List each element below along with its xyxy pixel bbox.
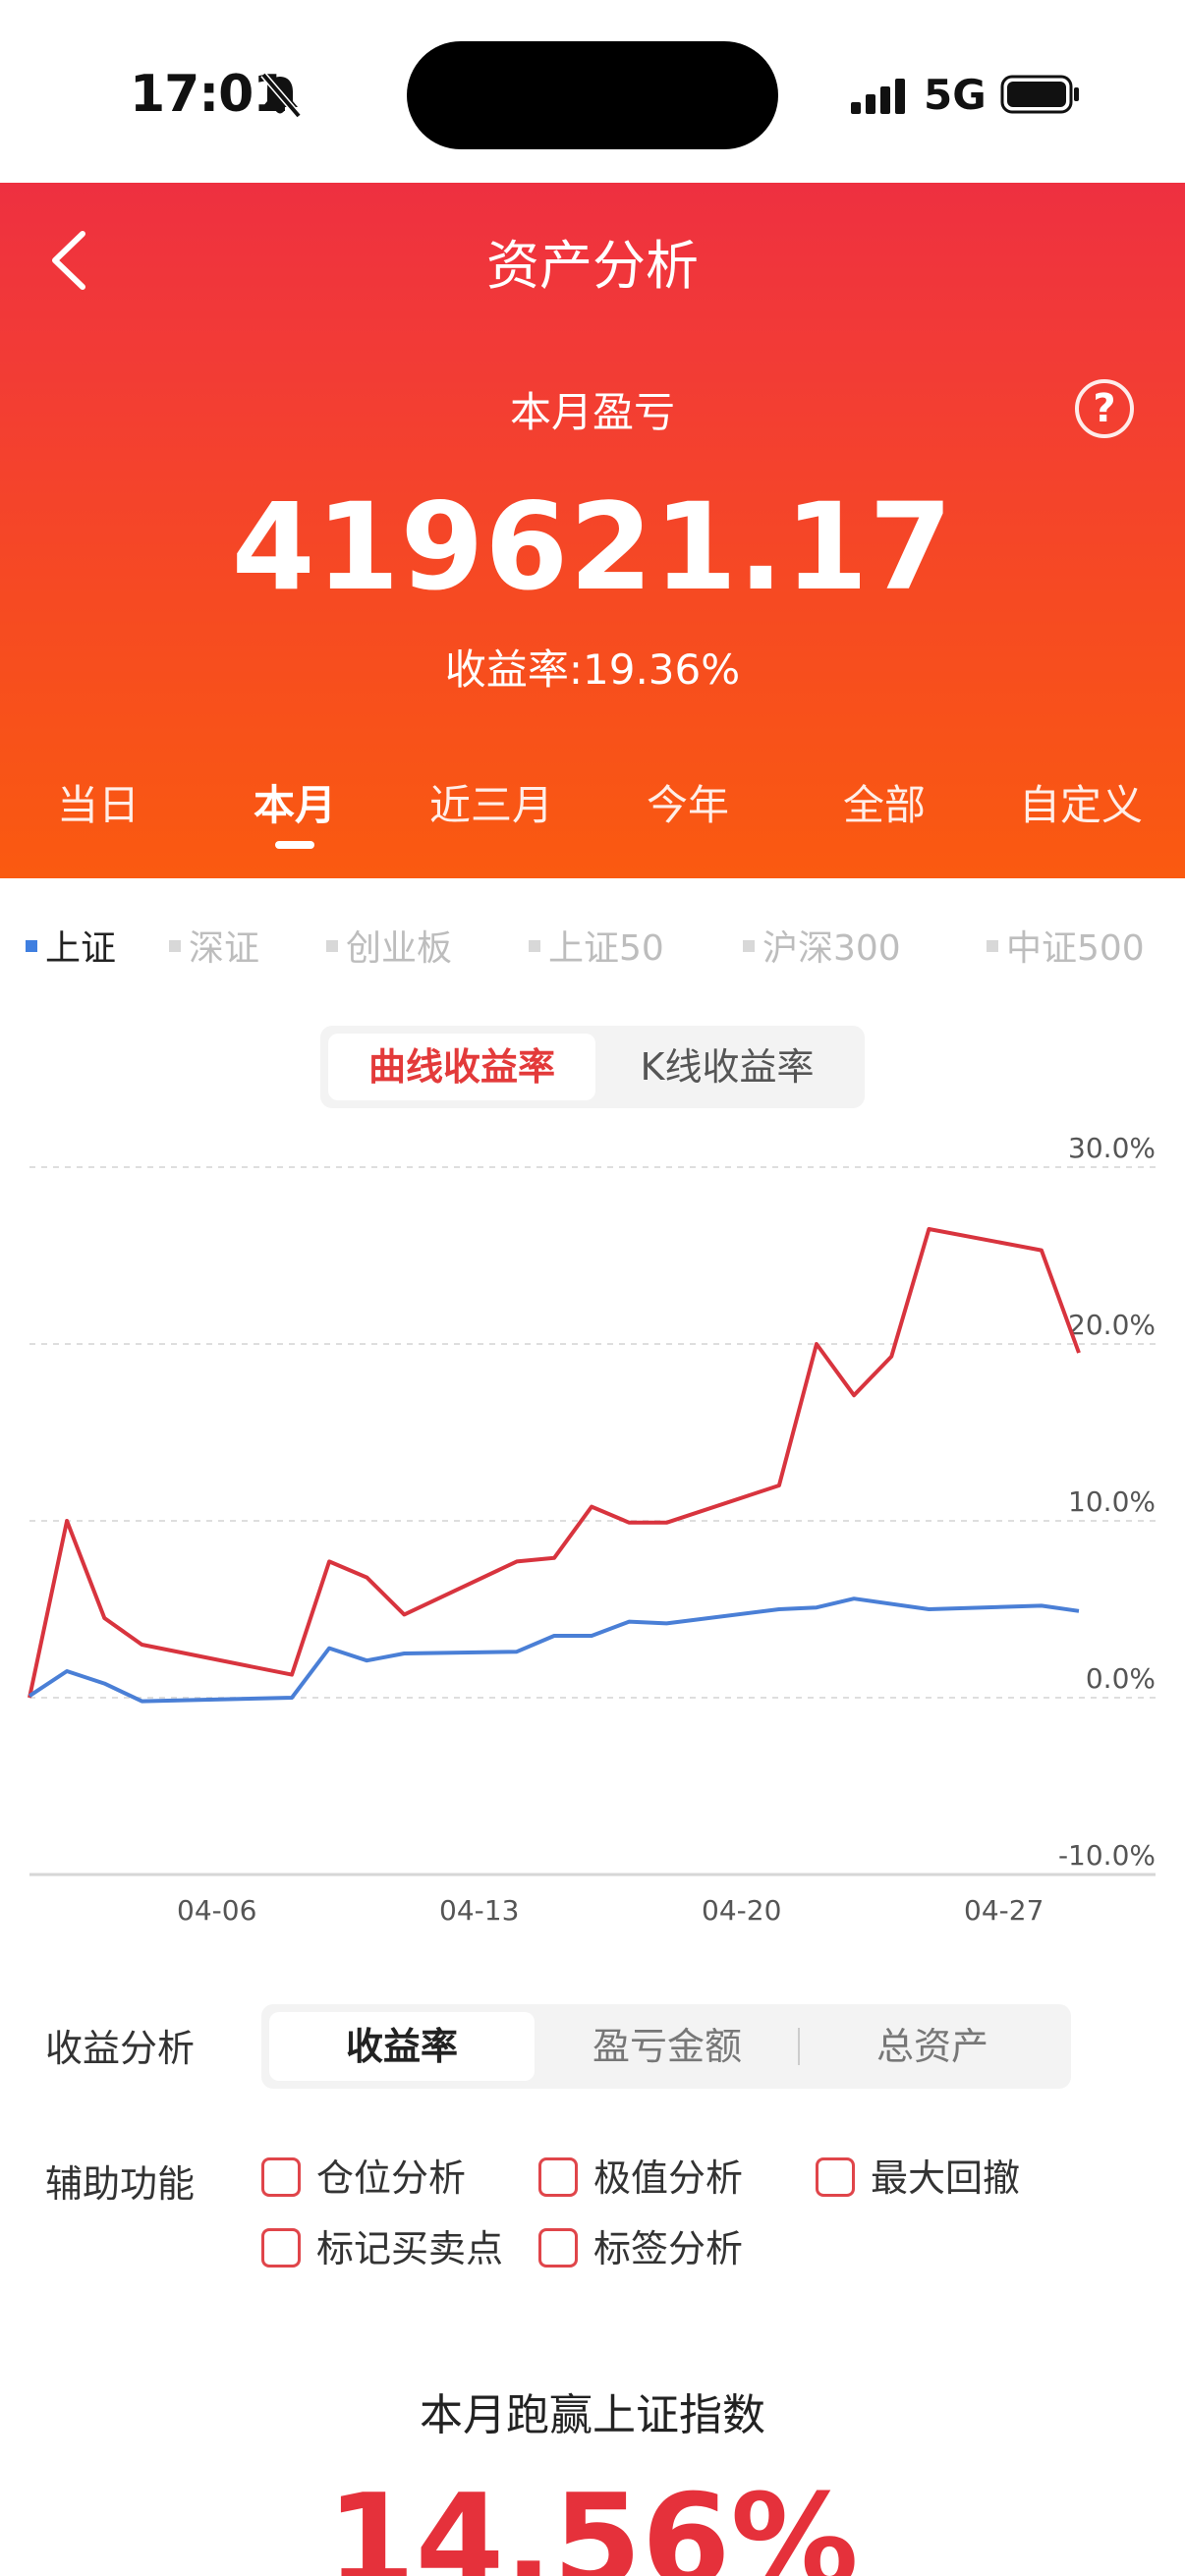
- index-label: 创业板: [346, 928, 453, 969]
- segment-total-assets[interactable]: 总资产: [800, 2012, 1065, 2081]
- tab-three-months[interactable]: 近三月: [393, 772, 590, 832]
- checkbox-position-analysis[interactable]: 仓位分析: [261, 2154, 466, 2203]
- x-tick-label: 04-20: [702, 1894, 781, 1927]
- page-title: 资产分析: [486, 235, 699, 297]
- period-tabs: 当日 本月 近三月 今年 全部 自定义: [0, 772, 1185, 851]
- index-label: 中证500: [1006, 928, 1145, 969]
- segment-pnl-amount[interactable]: 盈亏金额: [535, 2012, 800, 2081]
- battery-icon: [1000, 75, 1079, 114]
- analysis-label: 收益分析: [45, 2027, 196, 2070]
- index-csi300[interactable]: 沪深300: [743, 920, 901, 969]
- aux-label: 辅助功能: [45, 2162, 196, 2206]
- signal-icon: [851, 79, 905, 114]
- index-label: 上证50: [548, 928, 664, 969]
- series-marker-icon: [26, 940, 37, 952]
- y-tick-label: 10.0%: [1068, 1485, 1156, 1518]
- segment-return-rate[interactable]: 收益率: [269, 2012, 535, 2081]
- active-tab-indicator: [275, 841, 314, 849]
- dynamic-island: [407, 41, 778, 149]
- series-marker-icon: [743, 940, 755, 952]
- checkbox-icon: [538, 2227, 578, 2268]
- beat-index-value: 14.56%: [326, 2466, 859, 2576]
- y-tick-label: 20.0%: [1068, 1309, 1156, 1341]
- x-tick-label: 04-13: [439, 1894, 519, 1927]
- tab-all[interactable]: 全部: [786, 772, 983, 832]
- status-bar: 17:01 5G: [0, 0, 1185, 183]
- network-label: 5G: [924, 71, 987, 119]
- checkbox-label: 标记买卖点: [316, 2227, 504, 2270]
- tab-this-month[interactable]: 本月: [197, 772, 393, 832]
- y-tick-label: -10.0%: [1058, 1839, 1156, 1872]
- return-chart[interactable]: 30.0% 20.0% 10.0% 0.0% -10.0% 04-06 04-13 04-20…: [0, 1120, 1185, 1935]
- checkbox-max-drawdown[interactable]: 最大回撤: [816, 2154, 1020, 2203]
- y-tick-label: 30.0%: [1068, 1132, 1156, 1164]
- bell-muted-icon: [260, 72, 302, 119]
- tab-this-year[interactable]: 今年: [590, 772, 786, 832]
- checkbox-extreme-analysis[interactable]: 极值分析: [538, 2154, 743, 2203]
- help-icon[interactable]: ?: [1075, 379, 1134, 438]
- index-label: 沪深300: [762, 928, 901, 969]
- checkbox-tag-analysis[interactable]: 标签分析: [538, 2224, 743, 2273]
- checkbox-label: 仓位分析: [316, 2156, 467, 2200]
- index-chinext[interactable]: 创业板: [326, 920, 452, 969]
- series-marker-icon: [169, 940, 181, 952]
- series-marker-icon: [529, 940, 540, 952]
- period-pnl-label: 本月盈亏: [509, 388, 675, 436]
- chart-type-toggle: 曲线收益率 K线收益率: [320, 1026, 865, 1108]
- series-marker-icon: [326, 940, 338, 952]
- index-return-line: [28, 1596, 1080, 1704]
- index-label: 深证: [189, 928, 260, 969]
- portfolio-return-line: [28, 1227, 1081, 1699]
- tab-today[interactable]: 当日: [0, 772, 197, 832]
- index-sse50[interactable]: 上证50: [529, 920, 664, 969]
- pnl-amount: 419621.17: [231, 477, 954, 617]
- kline-return-button[interactable]: K线收益率: [593, 1034, 861, 1100]
- checkbox-trade-marks[interactable]: 标记买卖点: [261, 2224, 503, 2273]
- x-tick-label: 04-27: [964, 1894, 1044, 1927]
- curve-return-button[interactable]: 曲线收益率: [328, 1034, 595, 1100]
- checkbox-icon: [261, 2156, 301, 2197]
- tab-custom[interactable]: 自定义: [983, 772, 1179, 832]
- asset-header: 资产分析 本月盈亏 ? 419621.17 收益率:19.36% 当日 本月 近…: [0, 183, 1185, 878]
- series-marker-icon: [987, 940, 998, 952]
- index-csi500[interactable]: 中证500: [987, 920, 1145, 969]
- checkbox-icon: [816, 2156, 855, 2197]
- analysis-segment: 收益率 盈亏金额 总资产: [261, 2004, 1071, 2089]
- x-tick-label: 04-06: [177, 1894, 256, 1927]
- checkbox-label: 标签分析: [593, 2227, 744, 2270]
- index-shanghai[interactable]: 上证: [26, 920, 116, 969]
- checkbox-label: 最大回撤: [871, 2156, 1021, 2200]
- y-tick-label: 0.0%: [1086, 1662, 1156, 1695]
- checkbox-icon: [261, 2227, 301, 2268]
- checkbox-icon: [538, 2156, 578, 2197]
- checkbox-label: 极值分析: [593, 2156, 744, 2200]
- index-shenzhen[interactable]: 深证: [169, 920, 259, 969]
- return-rate: 收益率:19.36%: [444, 645, 741, 694]
- index-label: 上证: [45, 928, 117, 969]
- beat-index-title: 本月跑赢上证指数: [420, 2390, 765, 2440]
